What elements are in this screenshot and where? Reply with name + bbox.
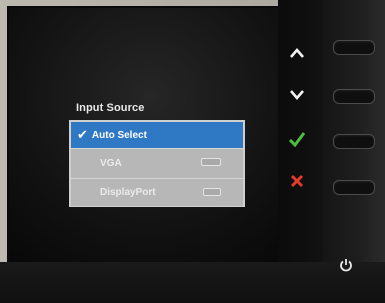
chevron-down-icon[interactable] <box>285 82 309 106</box>
chevron-up-icon[interactable] <box>285 41 309 65</box>
menu-item-label: VGA <box>100 158 122 169</box>
check-icon[interactable] <box>285 127 309 151</box>
displayport-icon <box>203 188 221 196</box>
vga-port-icon <box>201 158 221 166</box>
hardware-button-3[interactable] <box>333 134 375 149</box>
input-source-menu: ✔ Auto Select VGA DisplayPort <box>69 120 245 207</box>
close-icon[interactable] <box>285 169 309 193</box>
menu-item-vga[interactable]: VGA <box>71 148 243 178</box>
hardware-button-1[interactable] <box>333 40 375 55</box>
menu-item-auto-select[interactable]: ✔ Auto Select <box>71 122 243 148</box>
power-icon[interactable] <box>336 255 356 275</box>
checkmark-icon: ✔ <box>77 127 88 143</box>
monitor-bezel-bottom <box>0 262 385 303</box>
menu-item-label: DisplayPort <box>100 187 156 198</box>
hardware-button-2[interactable] <box>333 89 375 104</box>
osd-menu-title: Input Source <box>76 102 145 114</box>
menu-item-label: Auto Select <box>91 129 147 141</box>
hardware-button-4[interactable] <box>333 180 375 195</box>
menu-item-displayport[interactable]: DisplayPort <box>71 178 243 206</box>
